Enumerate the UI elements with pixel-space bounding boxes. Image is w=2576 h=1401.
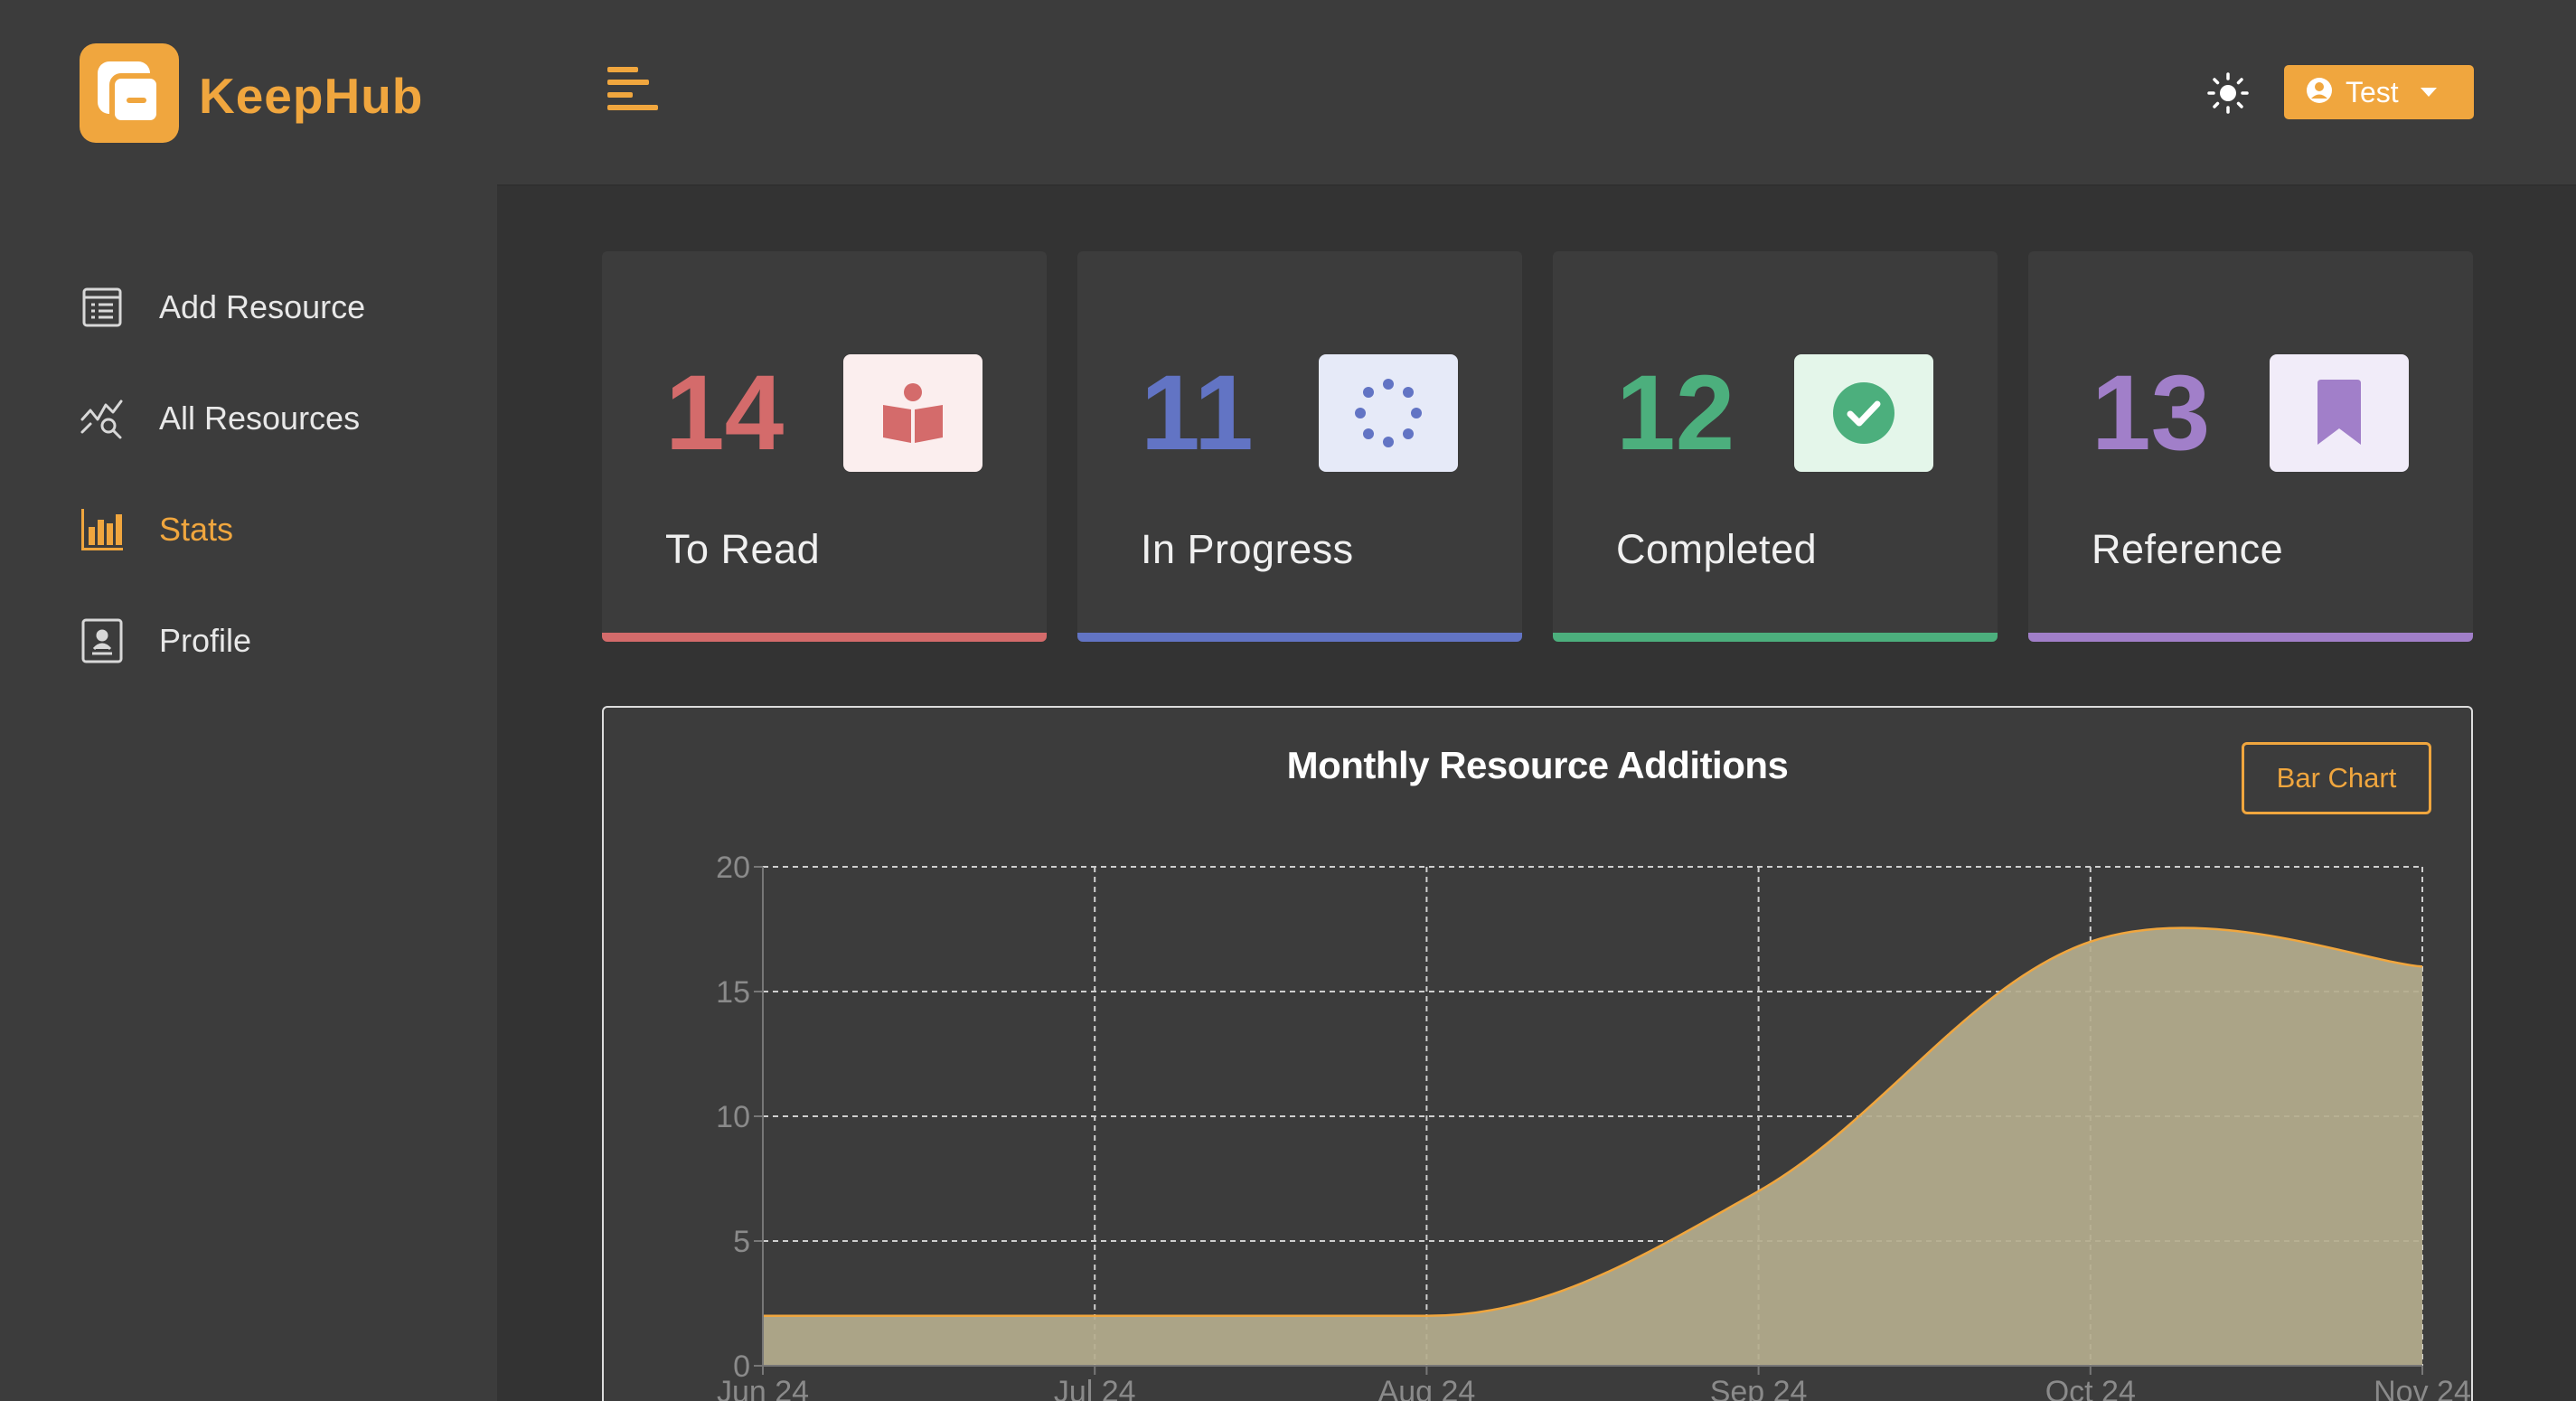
stat-accent-bar	[2028, 633, 2473, 642]
stat-value: 12	[1616, 353, 1735, 473]
sidebar-item-stats[interactable]: Stats	[80, 503, 233, 557]
check-circle-icon	[1794, 354, 1933, 472]
user-menu-button[interactable]: Test	[2284, 65, 2474, 119]
stat-value: 11	[1141, 353, 1254, 473]
stat-card-to-read: 14 To Read	[602, 251, 1047, 642]
sidebar: KeepHub Add Resource All Resources Stats…	[0, 0, 497, 1401]
x-tick-label: Aug 24	[1378, 1375, 1476, 1401]
x-tick-label: Sep 24	[1710, 1375, 1808, 1401]
stat-accent-bar	[602, 633, 1047, 642]
x-tick-label: Jun 24	[717, 1375, 809, 1401]
x-tick-label: Oct 24	[2045, 1375, 2136, 1401]
sidebar-item-label: Stats	[159, 511, 234, 548]
stat-accent-bar	[1553, 633, 1998, 642]
profile-icon	[80, 618, 125, 663]
stat-value: 13	[2092, 353, 2211, 473]
sidebar-item-add-resource[interactable]: Add Resource	[80, 280, 365, 334]
sidebar-item-label: Profile	[159, 622, 252, 659]
add-resource-icon	[80, 285, 125, 330]
sun-icon[interactable]	[2205, 71, 2251, 116]
loading-spinner-icon	[1319, 354, 1458, 472]
stat-label: Completed	[1616, 526, 1818, 572]
sidebar-item-label: Add Resource	[159, 288, 366, 325]
stat-accent-bar	[1077, 633, 1522, 642]
stat-label: Reference	[2092, 526, 2284, 572]
reading-icon	[843, 354, 982, 472]
brand-name[interactable]: KeepHub	[199, 67, 423, 125]
sidebar-item-profile[interactable]: Profile	[80, 614, 251, 668]
user-name: Test	[2346, 75, 2399, 108]
y-tick-label: 20	[716, 851, 750, 885]
stat-value: 14	[665, 353, 785, 473]
stat-label: In Progress	[1141, 526, 1354, 572]
chart-panel: Monthly Resource Additions Bar Chart 051…	[602, 706, 2473, 1401]
stat-card-in-progress: 11 In Progress	[1077, 251, 1522, 642]
top-bar	[497, 0, 2576, 186]
hamburger-icon[interactable]	[606, 65, 660, 119]
app-root: KeepHub Add Resource All Resources Stats…	[0, 0, 2576, 1401]
y-tick-label: 15	[716, 975, 750, 1010]
y-tick-label: 10	[716, 1100, 750, 1134]
keephub-logo-icon[interactable]	[80, 43, 179, 143]
stat-card-completed: 12 Completed	[1553, 251, 1998, 642]
sidebar-item-label: All Resources	[159, 400, 361, 437]
user-circle-icon	[2306, 77, 2333, 108]
analytics-search-icon	[80, 396, 125, 441]
y-tick-label: 5	[733, 1225, 750, 1259]
bar-chart-icon	[80, 507, 125, 552]
chevron-down-icon	[2420, 88, 2437, 97]
area-chart: 05101520Jun 24 Jul 24 Aug 24 Sep 24 Oct 24 No…	[716, 851, 2471, 1401]
x-tick-label: Nov 24	[2374, 1375, 2471, 1401]
sidebar-item-all-resources[interactable]: All Resources	[80, 391, 360, 446]
stat-label: To Read	[665, 526, 821, 572]
area-fill	[763, 927, 2422, 1366]
x-tick-label: Jul 24	[1054, 1375, 1136, 1401]
bookmark-icon	[2270, 354, 2409, 472]
stat-card-reference: 13 Reference	[2028, 251, 2473, 642]
